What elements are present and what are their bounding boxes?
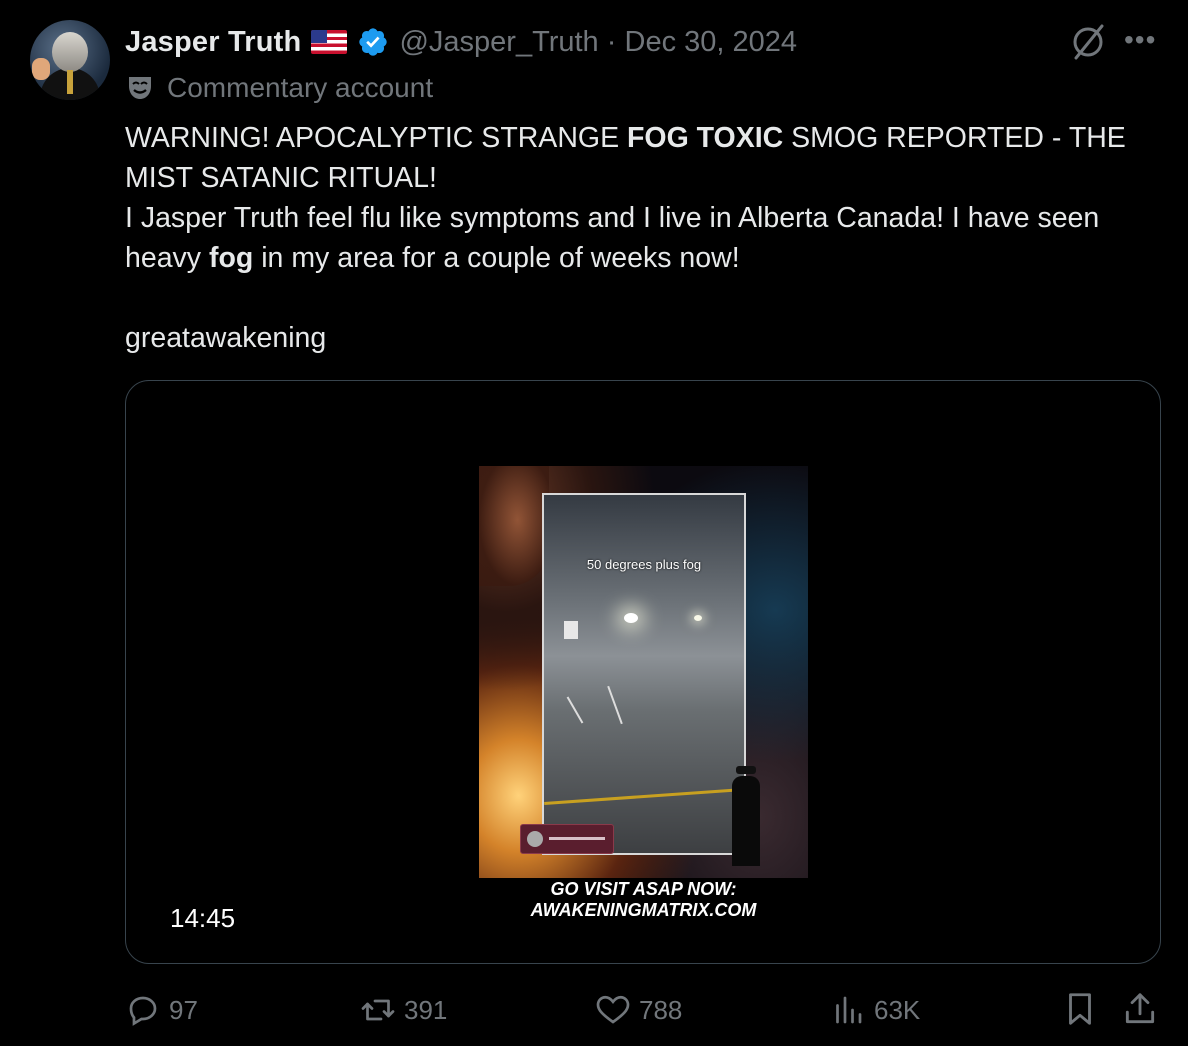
video-overlay-caption: 50 degrees plus fog [586,557,702,572]
heart-icon [596,995,630,1024]
action-bar: 97 391 788 63K [125,988,1165,1032]
share-icon[interactable] [1121,990,1159,1028]
video-duration: 14:45 [170,903,236,933]
grok-icon[interactable] [1068,22,1108,62]
like-button[interactable]: 788 [595,988,682,1032]
views-button[interactable]: 63K [830,988,920,1032]
reply-icon [129,996,157,1026]
repost-count: 391 [404,994,448,1025]
reply-count: 97 [169,994,198,1025]
more-options-icon[interactable]: ••• [1124,24,1156,56]
watermark [520,824,614,854]
embedded-phone-video: 50 degrees plus fog [542,493,746,855]
bookmark-icon[interactable] [1061,990,1099,1028]
tweet-date: Dec 30, 2024 [624,25,798,58]
video-player[interactable]: 50 degrees plus fog GO VISIT ASAP NOW: A… [125,380,1161,964]
verified-badge-icon [359,28,388,56]
like-count: 788 [639,994,683,1025]
views-count: 63K [874,994,921,1025]
account-label: Commentary account [125,72,433,104]
us-flag-icon [311,30,348,54]
views-chart-icon [836,996,862,1024]
video-thumbnail: 50 degrees plus fog [479,466,808,878]
repost-button[interactable]: 391 [360,988,447,1032]
promo-text: GO VISIT ASAP NOW: AWAKENINGMATRIX.COM [530,879,757,920]
silhouette [726,766,766,866]
tweet-text: WARNING! APOCALYPTIC STRANGE FOG TOXIC S… [125,118,1165,358]
author-name[interactable]: Jasper Truth [125,26,301,59]
reply-button[interactable]: 97 [125,988,198,1032]
theater-mask-icon [129,77,151,99]
author-handle[interactable]: @Jasper_Truth · Dec 30, 2024 [399,26,797,59]
repost-icon [361,999,395,1021]
hashtag-text: greatawakening [125,322,327,354]
tweet-header: Jasper Truth @Jasper_Truth · Dec 30, 202… [125,22,797,62]
label-text: Commentary account [167,72,434,103]
avatar[interactable] [30,20,110,100]
